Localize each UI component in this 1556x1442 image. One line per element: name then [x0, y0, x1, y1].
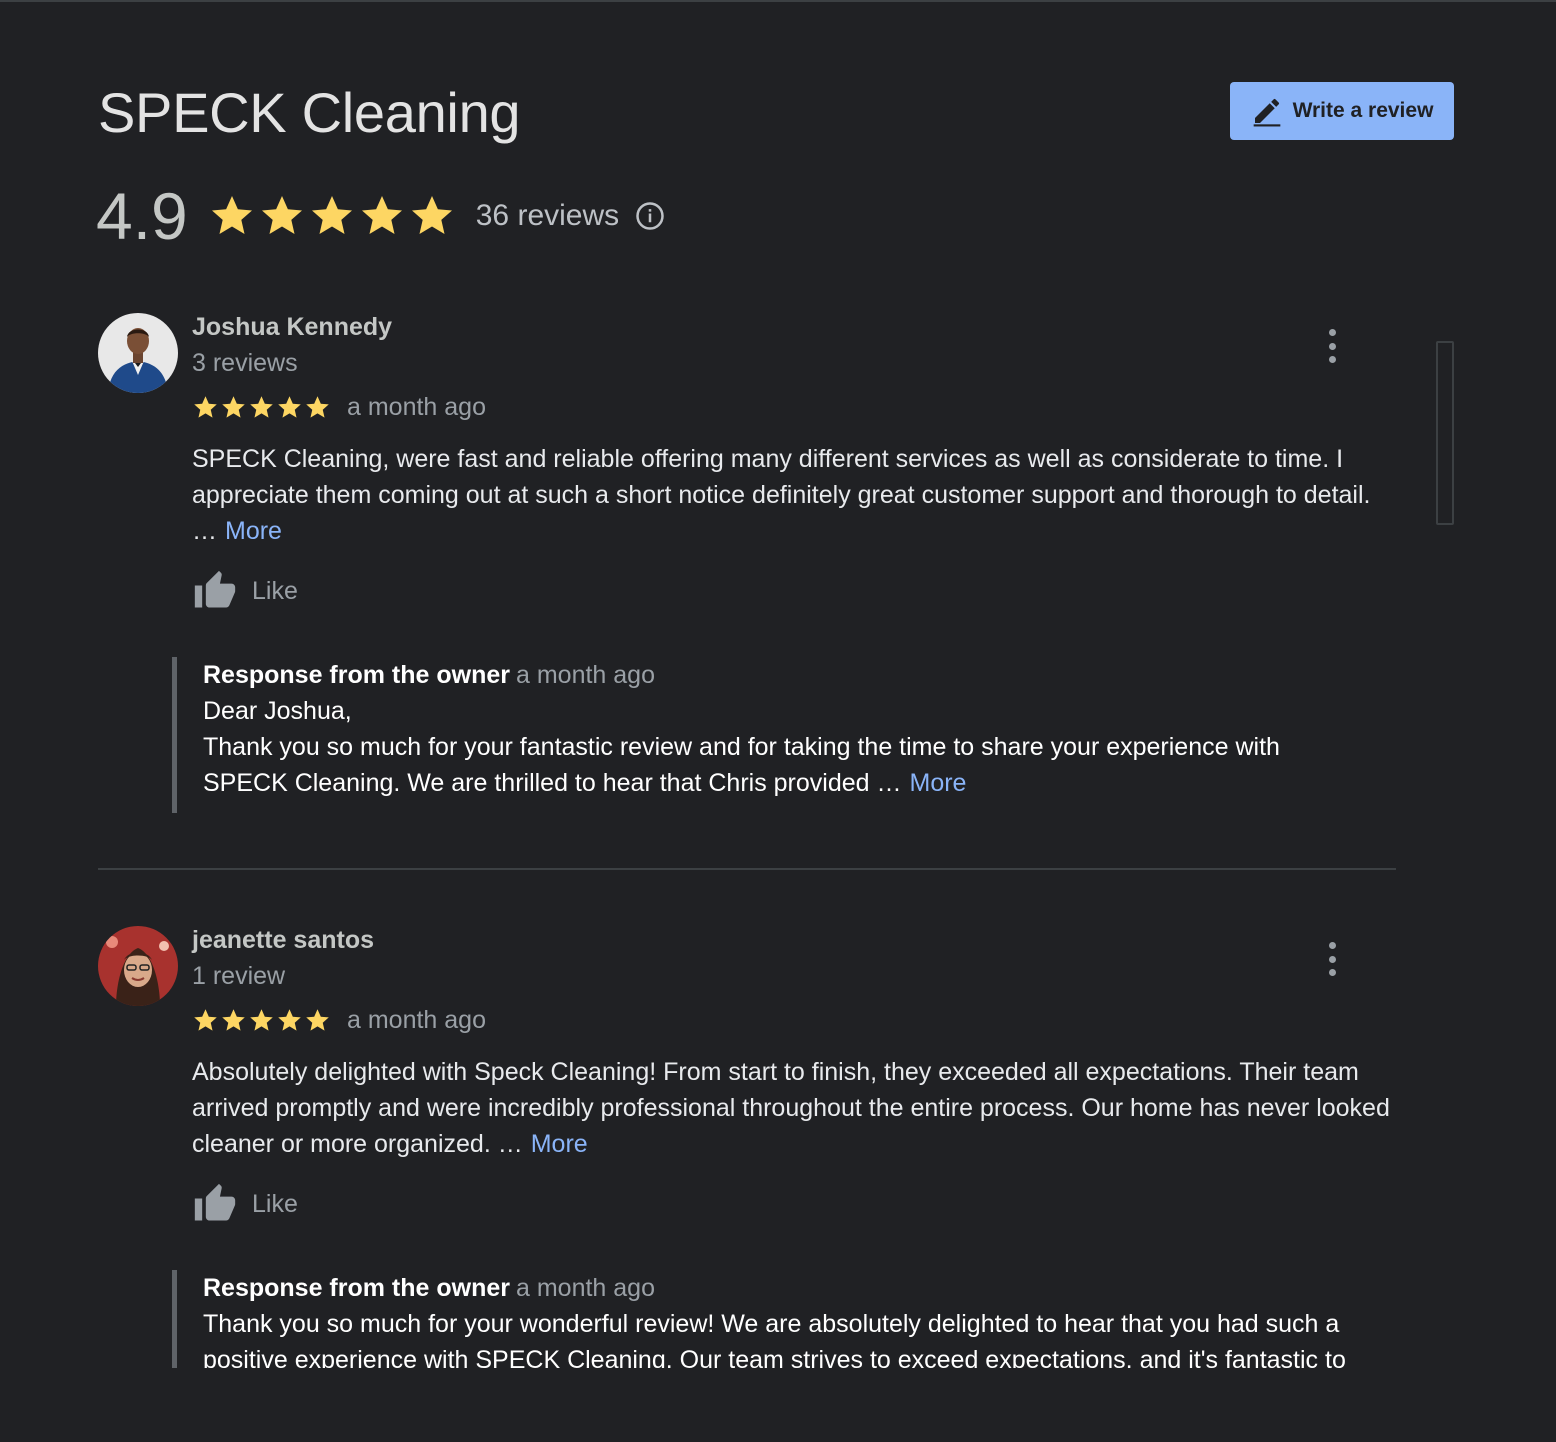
star-icon: [250, 396, 273, 418]
owner-response-greeting: Dear Joshua,: [203, 697, 352, 725]
star-icon: [194, 396, 217, 418]
star-icon: [278, 396, 301, 418]
review-date: a month ago: [347, 393, 486, 421]
star-icon: [222, 1009, 245, 1031]
thumbs-up-icon: [194, 570, 236, 608]
like-label: Like: [252, 576, 298, 605]
reviews-panel: SPECK Cleaning Write a review 4.9 36 rev…: [0, 0, 1556, 1368]
avatar[interactable]: [98, 313, 178, 393]
review-count[interactable]: 36 reviews: [476, 199, 619, 233]
star-icon: [261, 196, 302, 234]
owner-response-header: Response from the owner a month ago: [203, 657, 1353, 693]
author-review-count: 3 reviews: [192, 349, 298, 377]
page-title: SPECK Cleaning: [98, 81, 521, 144]
scrollbar[interactable]: [1436, 341, 1454, 525]
thumbs-up-icon: [194, 1183, 236, 1221]
write-review-label: Write a review: [1292, 99, 1434, 122]
owner-response-text: Thank you so much for your wonderful rev…: [203, 1310, 1346, 1368]
owner-response-header: Response from the owner a month ago: [203, 1270, 1353, 1306]
review-body: SPECK Cleaning, were fast and reliable o…: [192, 441, 1392, 549]
author-name[interactable]: jeanette santos: [192, 926, 374, 955]
owner-response-date: a month ago: [516, 661, 655, 689]
review-divider: [98, 868, 1396, 870]
review-rating: a month ago: [192, 1006, 486, 1035]
review-stars: [192, 394, 331, 421]
star-icon: [306, 396, 329, 418]
owner-response-title: Response from the owner: [203, 1274, 510, 1302]
avatar[interactable]: [98, 926, 178, 1006]
author-name[interactable]: Joshua Kennedy: [192, 313, 392, 342]
rating-stars: [208, 192, 456, 240]
review-text: Absolutely delighted with Speck Cleaning…: [192, 1058, 1390, 1158]
write-review-button[interactable]: Write a review: [1230, 82, 1454, 140]
more-link[interactable]: More: [910, 769, 967, 797]
pencil-icon: [1253, 98, 1280, 127]
author-review-count: 1 review: [192, 962, 286, 990]
star-icon: [194, 1009, 217, 1031]
review-card: Joshua Kennedy 3 reviews a month ago SPE…: [98, 313, 1398, 833]
star-icon: [361, 196, 402, 234]
review-rating: a month ago: [192, 393, 486, 422]
review-date: a month ago: [347, 1006, 486, 1034]
like-button[interactable]: Like: [192, 1182, 298, 1226]
info-icon[interactable]: [635, 201, 665, 231]
more-link[interactable]: More: [225, 517, 282, 545]
rating-value: 4.9: [96, 179, 188, 253]
review-card: jeanette santos 1 review a month ago Abs…: [98, 926, 1398, 1368]
review-options-button[interactable]: [1322, 942, 1342, 976]
star-icon: [211, 196, 252, 234]
owner-response: Response from the owner a month ago Dear …: [172, 657, 1353, 813]
review-body: Absolutely delighted with Speck Cleaning…: [192, 1054, 1392, 1162]
review-stars: [192, 1007, 331, 1034]
like-label: Like: [252, 1189, 298, 1218]
more-vert-icon: [1328, 329, 1336, 336]
star-icon: [222, 396, 245, 418]
review-options-button[interactable]: [1322, 329, 1342, 363]
star-icon: [411, 196, 452, 234]
star-icon: [306, 1009, 329, 1031]
owner-response-date: a month ago: [516, 1274, 655, 1302]
star-icon: [250, 1009, 273, 1031]
star-icon: [311, 196, 352, 234]
more-vert-icon: [1328, 942, 1336, 949]
owner-response-body: Thank you so much for your fantastic rev…: [203, 729, 1353, 801]
owner-response-text: Thank you so much for your fantastic rev…: [203, 733, 1280, 797]
star-icon: [278, 1009, 301, 1031]
rating-summary: 4.9 36 reviews: [96, 176, 665, 256]
review-text: SPECK Cleaning, were fast and reliable o…: [192, 445, 1371, 545]
like-button[interactable]: Like: [192, 569, 298, 613]
owner-response-title: Response from the owner: [203, 661, 510, 689]
owner-response: Response from the owner a month ago Thank…: [172, 1270, 1353, 1368]
more-link[interactable]: More: [531, 1130, 588, 1158]
